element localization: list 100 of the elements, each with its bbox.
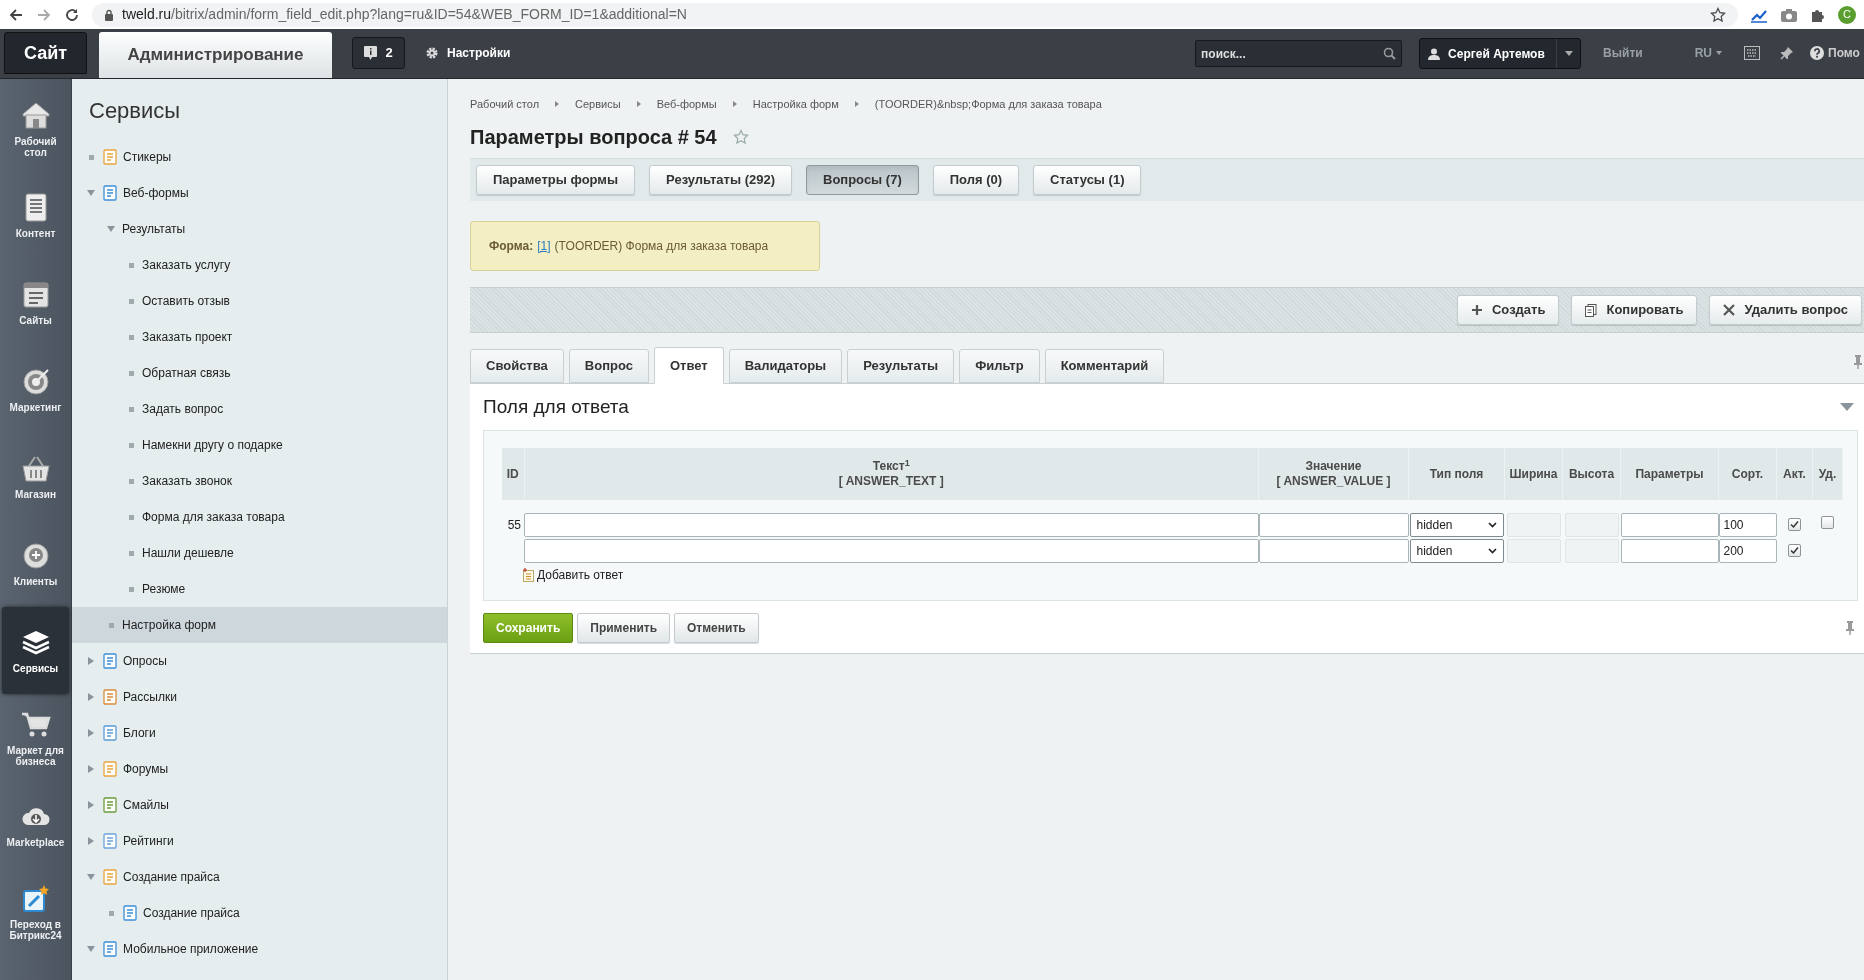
pin-icon[interactable]	[1780, 46, 1794, 60]
camera-icon[interactable]	[1780, 6, 1798, 23]
admin-tab[interactable]: Администрирование	[99, 32, 332, 78]
tab[interactable]: Комментарий	[1044, 349, 1165, 383]
form-button[interactable]: Отменить	[674, 613, 759, 643]
tree-item[interactable]: Результаты	[122, 220, 186, 238]
parameters-field[interactable]	[1620, 539, 1719, 563]
expand-arrow-icon[interactable]	[87, 765, 95, 773]
form-tab[interactable]: Результаты (292)	[649, 165, 792, 195]
breadcrumb-link[interactable]: Настройка форм	[752, 95, 839, 113]
star-icon[interactable]	[1710, 6, 1726, 23]
tab[interactable]: Ответ	[653, 347, 724, 384]
site-button[interactable]: Сайт	[4, 32, 87, 74]
checkbox[interactable]	[1788, 518, 1801, 531]
collapse-arrow-icon[interactable]	[107, 225, 115, 233]
form-tab[interactable]: Параметры формы	[476, 165, 636, 195]
form-button[interactable]: Применить	[577, 613, 671, 643]
tree-item[interactable]: Обратная связь	[142, 364, 231, 382]
collapse-arrow-icon[interactable]	[87, 945, 95, 953]
star-icon[interactable]	[732, 129, 749, 145]
nav-item[interactable]: Marketplace	[0, 781, 71, 868]
tree-item[interactable]: Создание прайса	[143, 904, 240, 922]
tab[interactable]: Валидаторы	[728, 349, 843, 383]
field-type-select[interactable]: hidden	[1409, 513, 1504, 537]
answer-value-field[interactable]	[1258, 513, 1409, 537]
collapse-arrow-icon[interactable]	[87, 873, 95, 881]
tree-item[interactable]: Заказать проект	[142, 328, 233, 346]
form-tab[interactable]: Поля (0)	[932, 165, 1020, 195]
notifications-button[interactable]: 2	[352, 37, 405, 69]
tree-item[interactable]: Заказать звонок	[142, 472, 232, 490]
tree-item[interactable]: Настройка форм	[122, 616, 216, 634]
tree-item[interactable]: Веб-формы	[123, 184, 189, 202]
tree-item[interactable]: Задать вопрос	[142, 400, 224, 418]
forward-icon[interactable]	[36, 6, 52, 23]
nav-item[interactable]: Переход в Битрикс24	[0, 868, 71, 955]
tree-item[interactable]: Заказать услугу	[142, 256, 231, 274]
tree-item[interactable]: Создание прайса	[123, 868, 220, 886]
tree-item[interactable]: Блоги	[123, 724, 156, 742]
tree-item[interactable]: Нашли дешевле	[142, 544, 234, 562]
back-icon[interactable]	[8, 6, 24, 23]
tree-item[interactable]: Смайлы	[123, 796, 169, 814]
breadcrumb-link[interactable]: Сервисы	[575, 95, 621, 113]
delete-button[interactable]: Удалить вопрос	[1709, 295, 1862, 325]
nav-item[interactable]: Клиенты	[0, 520, 71, 607]
collapse-arrow-icon[interactable]	[1840, 403, 1854, 411]
address-bar[interactable]: tweld.ru/bitrix/admin/form_field_edit.php?lang=ru&ID=54&WEB_FORM_ID=1&additional=N	[92, 2, 1738, 27]
answer-text-field[interactable]	[524, 513, 1259, 537]
tab[interactable]: Фильтр	[959, 349, 1040, 383]
collapse-arrow-icon[interactable]	[87, 189, 95, 197]
field-type-select[interactable]: hidden	[1409, 539, 1504, 563]
expand-arrow-icon[interactable]	[87, 801, 95, 809]
tree-item[interactable]: Оставить отзыв	[142, 292, 230, 310]
tree-item[interactable]: Стикеры	[123, 148, 172, 166]
expand-arrow-icon[interactable]	[87, 729, 95, 737]
nav-item[interactable]: Магазин	[0, 433, 71, 520]
logout-link[interactable]: Выйти	[1603, 37, 1643, 69]
tab[interactable]: Вопрос	[568, 349, 649, 383]
breadcrumb-link[interactable]: Веб-формы	[656, 95, 717, 113]
tree-item[interactable]: Форма для заказа товара	[142, 508, 285, 526]
tree-item[interactable]: Рассылки	[123, 688, 177, 706]
language-selector[interactable]: RU	[1694, 37, 1722, 69]
nav-item[interactable]: Маркетинг	[0, 346, 71, 433]
nav-item[interactable]: Маркет для бизнеса	[0, 694, 71, 781]
search-field[interactable]: поиск...	[1195, 40, 1403, 67]
keyboard-icon[interactable]	[1744, 46, 1760, 60]
answer-text-field[interactable]	[524, 539, 1259, 563]
tree-item[interactable]: Опросы	[123, 652, 167, 670]
add-answer-link[interactable]: Добавить ответ	[537, 566, 624, 584]
tree-item[interactable]: Намекни другу о подарке	[142, 436, 283, 454]
nav-item[interactable]: Контент	[0, 172, 71, 259]
nav-item[interactable]: Сервисы	[2, 607, 69, 694]
tab[interactable]: Результаты	[847, 349, 955, 383]
tree-item[interactable]: Рейтинги	[123, 832, 174, 850]
create-button[interactable]: Создать	[1457, 295, 1560, 325]
pin-icon[interactable]	[1846, 621, 1854, 635]
tree-item[interactable]: Форумы	[123, 760, 169, 778]
breadcrumb-link[interactable]: (TOORDER)&nbsp;Форма для заказа товара	[874, 95, 1102, 113]
checkbox[interactable]	[1821, 516, 1834, 529]
answer-value-field[interactable]	[1258, 539, 1409, 563]
sort-field[interactable]: 200	[1718, 539, 1777, 563]
expand-arrow-icon[interactable]	[87, 657, 95, 665]
expand-arrow-icon[interactable]	[87, 693, 95, 701]
checkbox[interactable]	[1788, 544, 1801, 557]
breadcrumb-link[interactable]: Рабочий стол	[470, 95, 540, 113]
tree-item[interactable]: Резюме	[142, 580, 186, 598]
nav-item[interactable]: Сайты	[0, 259, 71, 346]
tab[interactable]: Свойства	[470, 349, 564, 383]
form-link[interactable]: [1]	[537, 237, 551, 255]
help-link[interactable]: Помо	[1810, 37, 1864, 69]
form-tab[interactable]: Статусы (1)	[1033, 165, 1142, 195]
expand-arrow-icon[interactable]	[87, 837, 95, 845]
parameters-field[interactable]	[1620, 513, 1719, 537]
pin-icon[interactable]	[1854, 355, 1862, 369]
reload-icon[interactable]	[64, 6, 80, 23]
copy-button[interactable]: Копировать	[1571, 295, 1698, 325]
nav-item[interactable]: Рабочий стол	[0, 85, 71, 172]
settings-button[interactable]: Настройки	[425, 37, 511, 69]
tree-item[interactable]: Мобильное приложение	[123, 940, 259, 958]
sort-field[interactable]: 100	[1718, 513, 1777, 537]
form-tab[interactable]: Вопросы (7)	[806, 165, 919, 195]
